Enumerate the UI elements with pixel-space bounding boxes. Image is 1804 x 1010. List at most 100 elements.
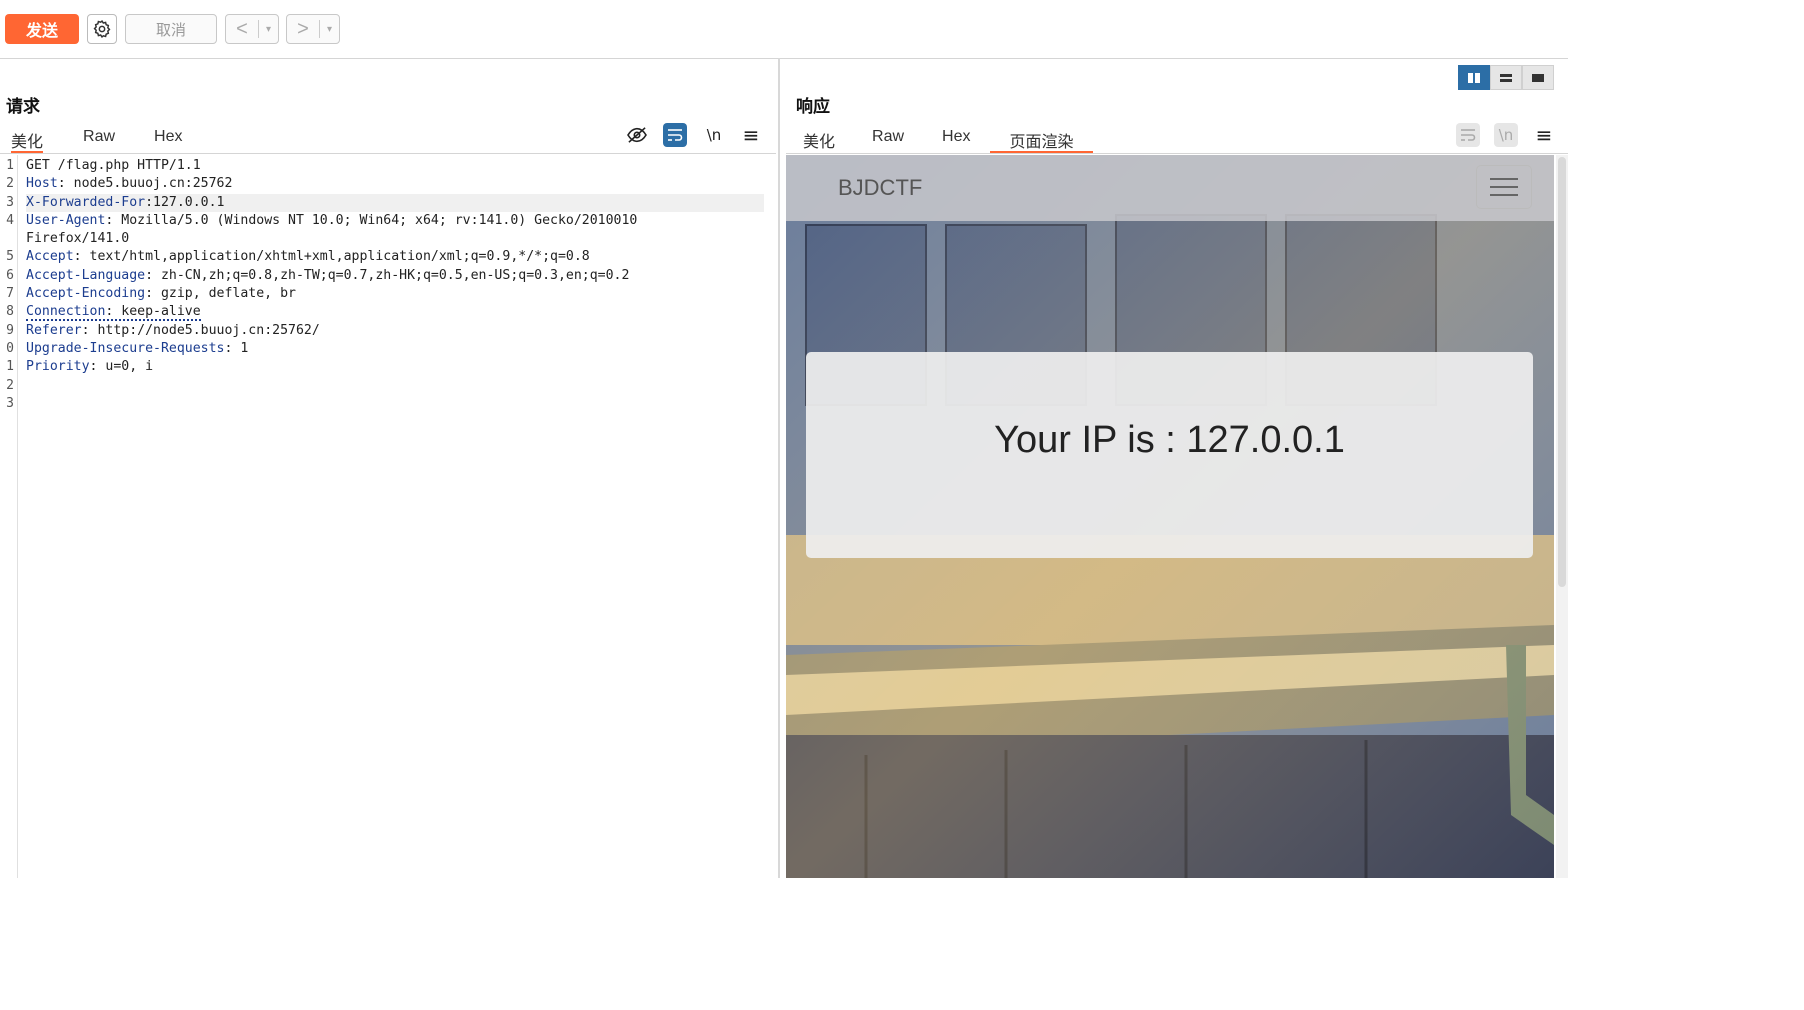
pane-divider[interactable]: [778, 58, 780, 878]
header-value: Firefox/141.0: [26, 231, 130, 247]
chevron-down-icon[interactable]: ▾: [320, 24, 339, 35]
request-line[interactable]: Upgrade-Insecure-Requests: 1: [26, 340, 764, 358]
response-tabs: 美化 Raw Hex 页面渲染: [803, 122, 1093, 154]
rendered-ip-card: Your IP is : 127.0.0.1: [806, 352, 1533, 558]
chevron-down-icon[interactable]: ▾: [259, 24, 278, 35]
response-wrap-lines-button[interactable]: [1456, 123, 1480, 147]
wrap-lines-icon: [1461, 129, 1476, 141]
header-name: X-Forwarded-For: [26, 194, 146, 210]
rendered-navbar: BJDCTF: [786, 155, 1554, 221]
request-line[interactable]: User-Agent: Mozilla/5.0 (Windows NT 10.0…: [26, 212, 764, 230]
request-tabs: 美化 Raw Hex: [11, 122, 182, 154]
line-number: 3: [6, 395, 14, 411]
line-number: 0: [6, 340, 14, 356]
layout-stacked-button[interactable]: [1490, 65, 1522, 90]
rows-icon: [1500, 73, 1512, 82]
hide-non-printing-button[interactable]: [625, 123, 649, 147]
line-number: 7: [6, 286, 14, 302]
line-number: 2: [6, 377, 14, 393]
forward-arrow-icon: >: [297, 17, 309, 40]
header-name: Host: [26, 176, 58, 192]
rendered-ip-message: Your IP is : 127.0.0.1: [994, 418, 1345, 461]
header-name: Upgrade-Insecure-Requests: [26, 340, 225, 356]
header-value: : zh-CN,zh;q=0.8,zh-TW;q=0.7,zh-HK;q=0.5…: [145, 267, 630, 283]
request-title: 请求: [6, 97, 40, 116]
request-line[interactable]: [26, 395, 764, 413]
header-name: Connection: [26, 304, 106, 320]
header-value: : node5.buuoj.cn:25762: [57, 176, 233, 192]
line-number: 8: [6, 304, 14, 320]
header-value: : keep-alive: [105, 304, 201, 320]
response-tab-hex[interactable]: Hex: [942, 122, 970, 152]
request-line[interactable]: Firefox/141.0: [26, 230, 764, 248]
header-name: Accept-Language: [26, 267, 146, 283]
menu-icon-bar: [1490, 194, 1518, 196]
request-tab-pretty[interactable]: 美化: [11, 122, 44, 154]
request-line[interactable]: Accept: text/html,application/xhtml+xml,…: [26, 248, 764, 266]
response-tab-pretty[interactable]: 美化: [803, 122, 835, 152]
response-scrollbar[interactable]: [1556, 155, 1568, 878]
header-value: : 1: [224, 340, 249, 356]
request-line[interactable]: GET /flag.php HTTP/1.1: [26, 157, 764, 175]
scrollbar-thumb[interactable]: [1558, 157, 1566, 587]
cancel-button[interactable]: 取消: [125, 14, 217, 44]
response-tab-divider: [786, 153, 1568, 154]
line-number: 2: [6, 176, 14, 192]
response-title: 响应: [796, 97, 830, 116]
rendered-menu-toggle[interactable]: [1476, 165, 1532, 209]
header-value: : Mozilla/5.0 (Windows NT 10.0; Win64; x…: [105, 212, 638, 228]
request-line[interactable]: Host: node5.buuoj.cn:25762: [26, 175, 764, 193]
back-button[interactable]: < ▾: [225, 14, 279, 44]
line-number: [0, 230, 14, 248]
menu-icon-bar: [1490, 178, 1518, 180]
rendered-brand[interactable]: BJDCTF: [838, 175, 922, 201]
header-name: User-Agent: [26, 212, 106, 228]
header-name: Accept: [26, 249, 74, 265]
newline-toggle-button[interactable]: \n: [702, 123, 726, 147]
settings-button[interactable]: [87, 14, 117, 44]
line-numbers: 1 2 3 4 5 6 7 8 9 0 1 2 3: [0, 157, 14, 413]
header-name: Priority: [26, 359, 90, 375]
request-line[interactable]: Accept-Encoding: gzip, deflate, br: [26, 285, 764, 303]
request-menu-icon[interactable]: ≡: [739, 123, 763, 147]
request-tab-raw[interactable]: Raw: [83, 122, 115, 152]
request-editor[interactable]: GET /flag.php HTTP/1.1 Host: node5.buuoj…: [26, 157, 764, 413]
response-tab-render[interactable]: 页面渲染: [990, 122, 1093, 154]
line-number: 1: [6, 359, 14, 375]
layout-toggle-group: [1458, 65, 1554, 90]
forward-button[interactable]: > ▾: [286, 14, 340, 44]
response-menu-icon[interactable]: ≡: [1532, 123, 1556, 147]
header-value: : gzip, deflate, br: [145, 286, 296, 302]
layout-single-button[interactable]: [1522, 65, 1554, 90]
request-line[interactable]: Connection: keep-alive: [26, 303, 764, 322]
back-arrow-icon: <: [236, 17, 248, 40]
send-button[interactable]: 发送: [5, 14, 79, 44]
wrap-lines-icon: [668, 129, 683, 141]
single-pane-icon: [1532, 73, 1544, 82]
request-line-text: GET /flag.php HTTP/1.1: [26, 158, 201, 173]
request-line[interactable]: [26, 377, 764, 395]
request-line[interactable]: Accept-Language: zh-CN,zh;q=0.8,zh-TW;q=…: [26, 267, 764, 285]
line-number: 5: [6, 249, 14, 265]
layout-side-by-side-button[interactable]: [1458, 65, 1490, 90]
wrap-lines-button[interactable]: [663, 123, 687, 147]
response-newline-toggle-button[interactable]: \n: [1494, 123, 1518, 147]
header-value: : http://node5.buuoj.cn:25762/: [81, 322, 320, 338]
request-line[interactable]: Priority: u=0, i: [26, 358, 764, 376]
rendered-page: BJDCTF Your IP is : 127.0.0.1: [786, 155, 1554, 878]
request-line[interactable]: Referer: http://node5.buuoj.cn:25762/: [26, 322, 764, 340]
line-number: 4: [6, 212, 14, 228]
eye-slash-icon: [627, 127, 647, 143]
line-number: 1: [6, 158, 14, 173]
line-number: 9: [6, 322, 14, 338]
top-toolbar: 发送 取消 < ▾ > ▾: [0, 0, 1568, 59]
request-tab-divider: [0, 153, 776, 154]
request-tab-hex[interactable]: Hex: [154, 122, 182, 152]
line-number: 6: [6, 267, 14, 283]
header-value: :127.0.0.1: [145, 194, 225, 210]
header-name: Accept-Encoding: [26, 286, 146, 302]
request-line[interactable]: X-Forwarded-For:127.0.0.1: [26, 193, 764, 212]
header-value: : u=0, i: [89, 359, 154, 375]
response-tab-raw[interactable]: Raw: [872, 122, 904, 152]
gear-icon: [93, 19, 111, 39]
